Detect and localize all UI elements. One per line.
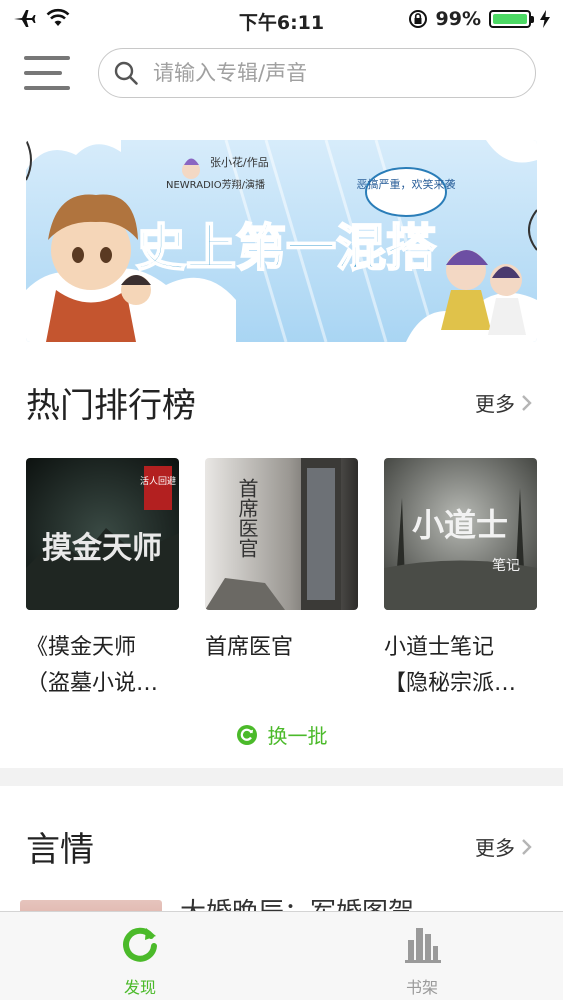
album-cover: 活人回避 摸金天师 bbox=[26, 458, 179, 610]
battery-percent: 99% bbox=[435, 8, 481, 30]
romance-more-link[interactable]: 更多 bbox=[475, 832, 533, 861]
cover-subtitle: 笔记 bbox=[492, 558, 520, 574]
album-card[interactable]: 活人回避 摸金天师 《摸金天师 （盗墓小说… bbox=[26, 458, 179, 702]
album-title: 《摸金天师 bbox=[26, 635, 137, 660]
orientation-lock-icon bbox=[408, 10, 427, 28]
charging-icon bbox=[540, 10, 550, 28]
discover-icon bbox=[123, 927, 157, 962]
bookshelf-icon bbox=[405, 928, 441, 963]
hot-more-label: 更多 bbox=[475, 392, 515, 416]
menu-line bbox=[24, 86, 70, 90]
romance-section-title: 言情 bbox=[26, 830, 94, 870]
section-divider bbox=[0, 768, 563, 786]
menu-line bbox=[24, 56, 70, 60]
banner-title: 史上第一混搭 bbox=[136, 219, 436, 277]
search-bar[interactable] bbox=[98, 48, 536, 98]
refresh-button[interactable]: 换一批 bbox=[0, 720, 563, 749]
banner-credit-line2: NEWRADIO芳翔/演播 bbox=[166, 178, 265, 191]
album-card[interactable]: 首席医官 首席医官 bbox=[205, 458, 358, 666]
hot-more-link[interactable]: 更多 bbox=[475, 388, 533, 417]
cover-title: 首席医官 bbox=[235, 478, 259, 558]
banner-tag: 恶搞严重，欢笑来袭 bbox=[357, 177, 456, 191]
album-subtitle: （盗墓小说… bbox=[26, 671, 159, 696]
chevron-right-icon bbox=[522, 394, 532, 411]
tab-bar: 发现 书架 bbox=[0, 911, 563, 1000]
status-bar: 下午6:11 99% bbox=[0, 0, 563, 38]
tab-label: 发现 bbox=[123, 978, 156, 997]
battery-icon bbox=[489, 10, 534, 28]
chevron-right-icon bbox=[522, 838, 532, 855]
tab-discover[interactable]: 发现 bbox=[90, 922, 190, 998]
hot-section-title: 热门排行榜 bbox=[26, 386, 196, 426]
tab-label: 书架 bbox=[405, 978, 438, 997]
album-cover: 首席医官 bbox=[205, 458, 358, 610]
tab-bookshelf[interactable]: 书架 bbox=[372, 922, 472, 998]
album-title: 小道士笔记 bbox=[384, 635, 495, 660]
cover-title: 小道士 bbox=[412, 506, 508, 544]
banner-artwork: 张小花/作品 NEWRADIO芳翔/演播 恶搞严重，欢笑来袭 史上第一混搭 bbox=[26, 140, 537, 342]
cover-badge: 活人回避 bbox=[140, 475, 176, 487]
romance-more-label: 更多 bbox=[475, 836, 515, 860]
promo-banner[interactable]: 张小花/作品 NEWRADIO芳翔/演播 恶搞严重，欢笑来袭 史上第一混搭 bbox=[26, 140, 537, 342]
album-card[interactable]: 小道士 笔记 小道士笔记 【隐秘宗派… bbox=[384, 458, 537, 702]
battery-fill bbox=[493, 14, 527, 24]
search-icon bbox=[114, 61, 138, 85]
menu-button[interactable] bbox=[24, 52, 72, 96]
menu-line bbox=[24, 71, 62, 75]
cover-title: 摸金天师 bbox=[42, 531, 162, 566]
refresh-label: 换一批 bbox=[267, 724, 328, 748]
album-subtitle: 【隐秘宗派… bbox=[384, 671, 517, 696]
album-cover: 小道士 笔记 bbox=[384, 458, 537, 610]
search-input[interactable] bbox=[151, 60, 495, 86]
album-title: 首席医官 bbox=[205, 635, 294, 660]
banner-credit-line1: 张小花/作品 bbox=[210, 156, 269, 169]
refresh-icon bbox=[236, 724, 257, 745]
